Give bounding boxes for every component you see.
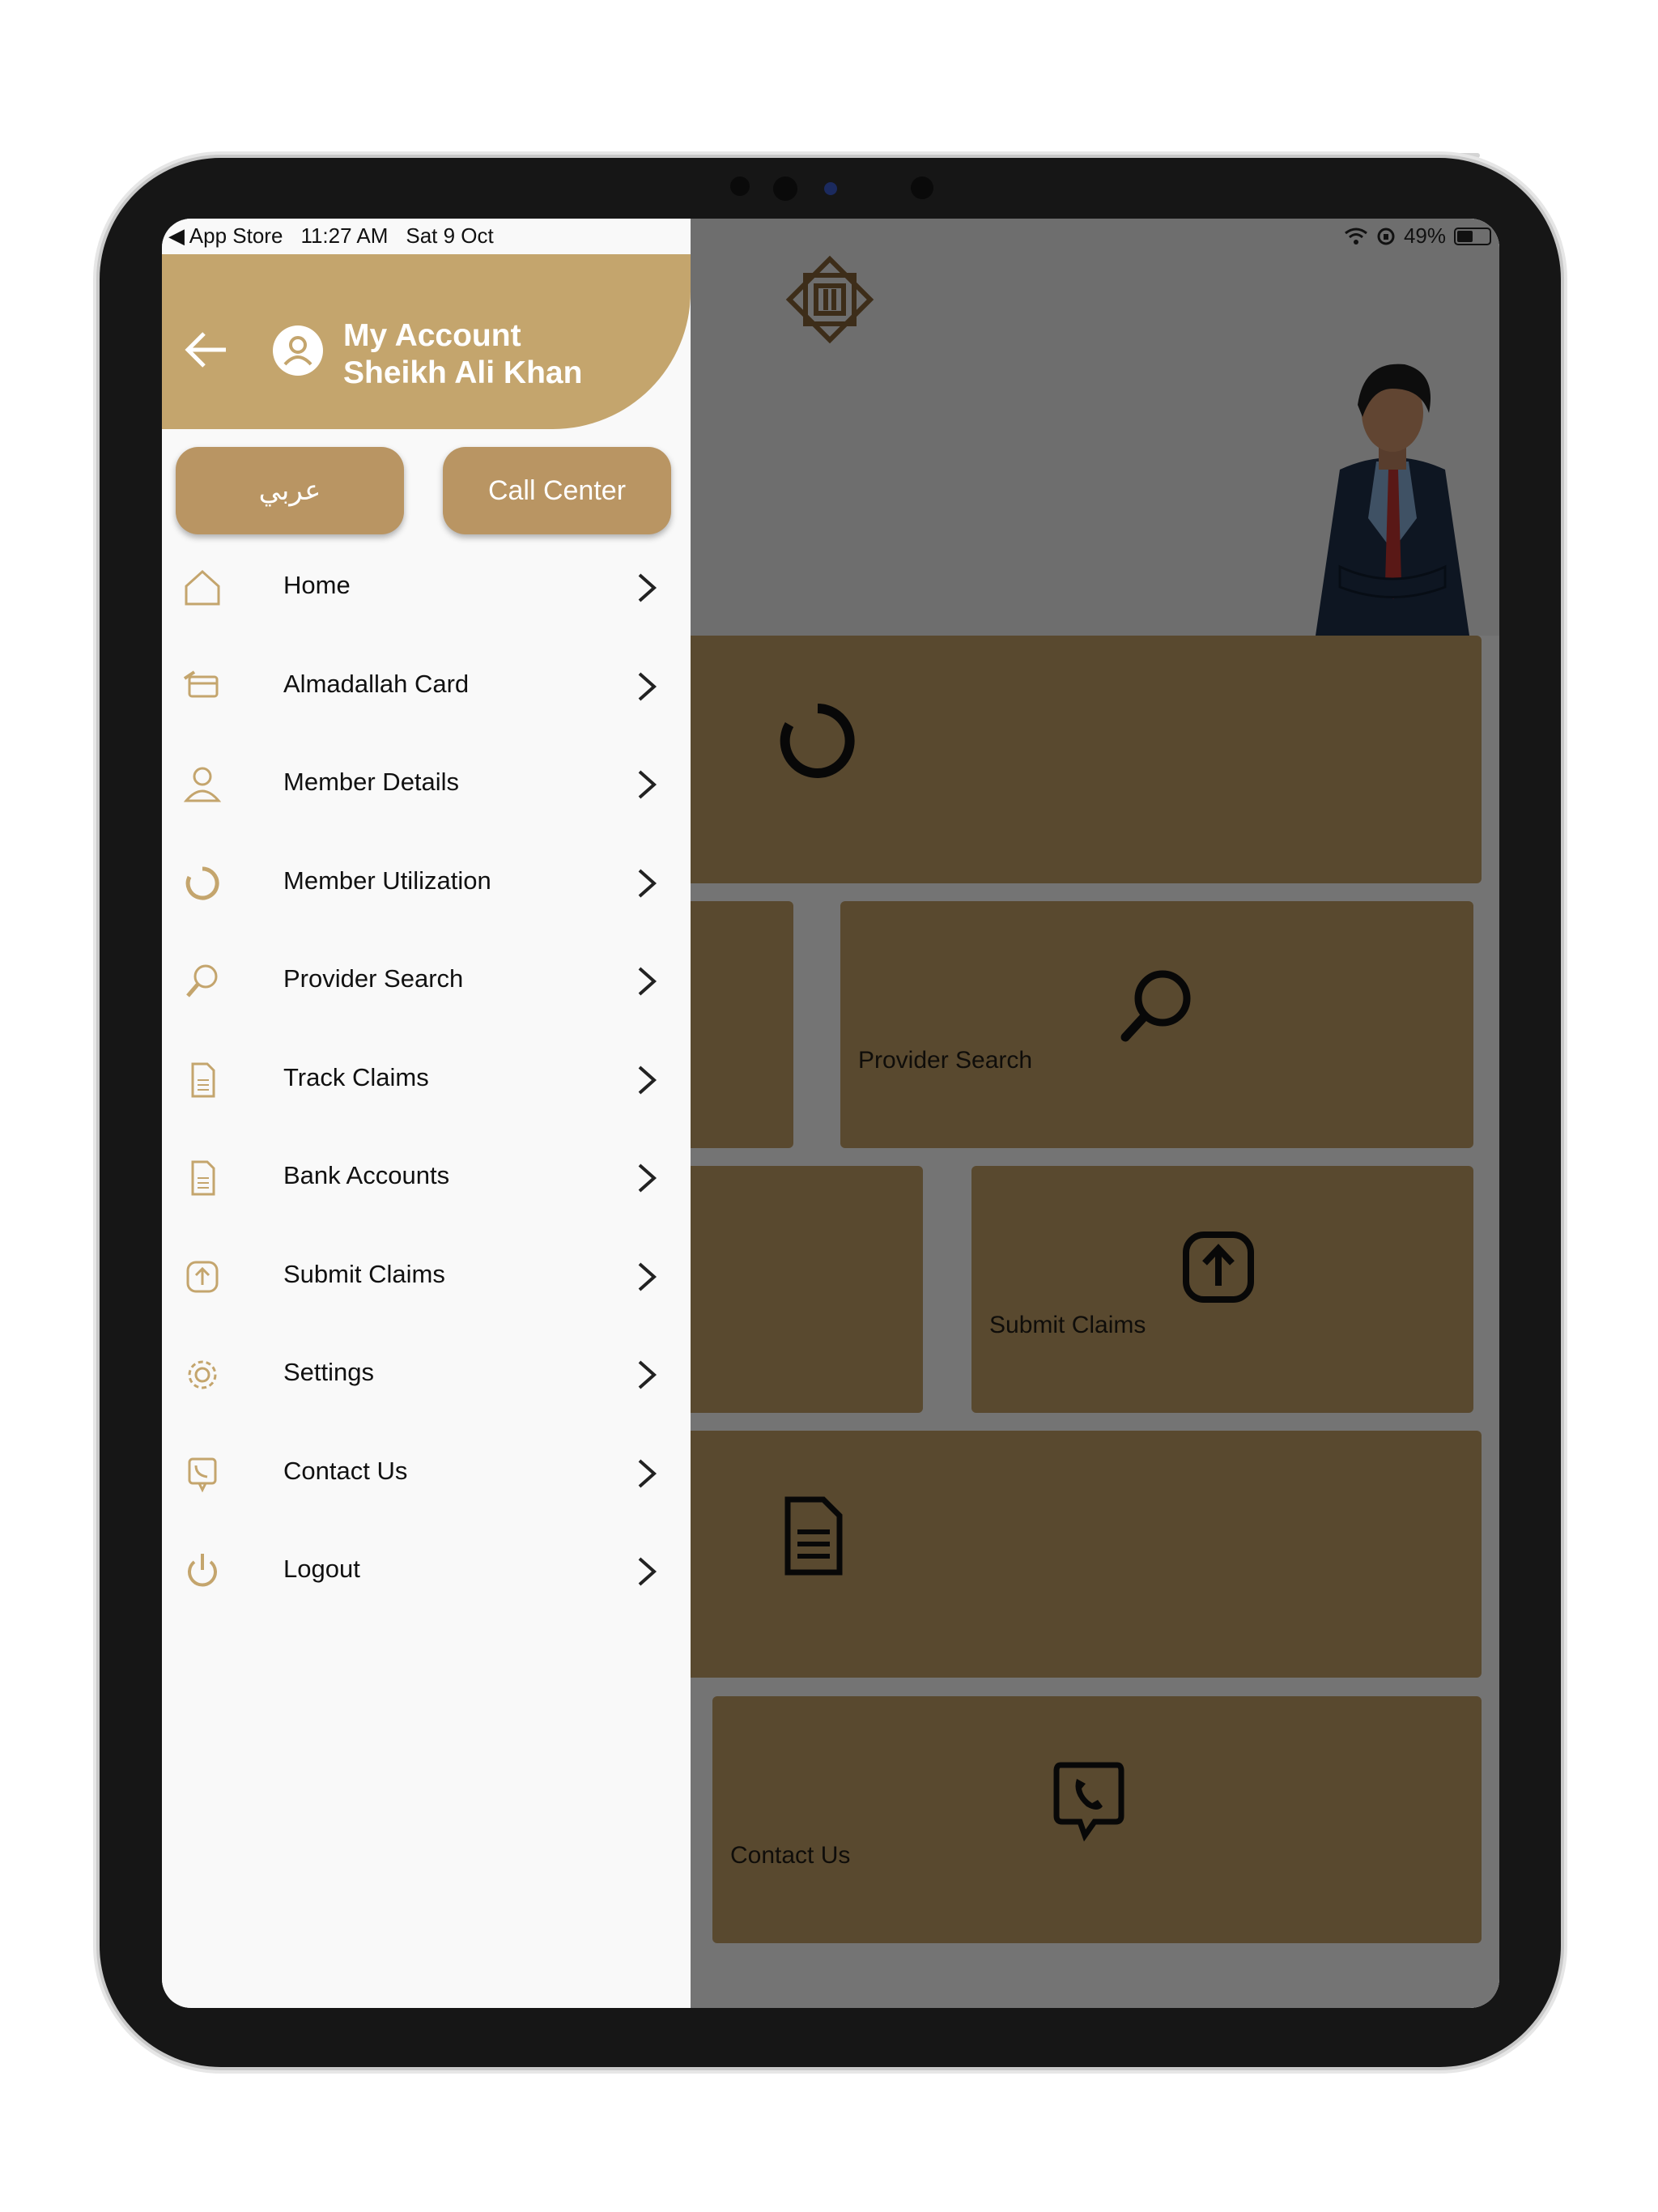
menu-item-almadallah-card[interactable]: Almadallah Card <box>162 645 691 734</box>
home-icon <box>185 569 220 606</box>
chevron-right-icon <box>638 672 657 700</box>
menu-item-label: Member Utilization <box>283 866 491 895</box>
menu-item-home[interactable]: Home <box>162 547 691 636</box>
menu-item-label: Almadallah Card <box>283 669 470 698</box>
back-arrow-icon[interactable] <box>181 325 230 374</box>
chevron-right-icon <box>638 770 657 799</box>
call-center-button[interactable]: Call Center <box>443 447 671 534</box>
chevron-right-icon <box>638 1163 657 1193</box>
camera-sensor <box>773 177 797 201</box>
menu-item-contact-us[interactable]: Contact Us <box>162 1432 691 1521</box>
search-icon <box>186 964 218 998</box>
menu-item-provider-search[interactable]: Provider Search <box>162 940 691 1029</box>
camera-lens <box>824 182 837 195</box>
card-icon <box>183 670 219 697</box>
menu-item-bank-accounts[interactable]: Bank Accounts <box>162 1137 691 1226</box>
chevron-right-icon <box>638 1262 657 1291</box>
menu-item-logout[interactable]: Logout <box>162 1530 691 1619</box>
status-bar: ◀ App Store 11:27 AM Sat 9 Oct 49% <box>162 219 1499 254</box>
document-icon <box>191 1160 215 1196</box>
battery-percent: 49% <box>1403 223 1446 248</box>
power-icon <box>188 1554 217 1587</box>
menu-item-label: Bank Accounts <box>283 1161 450 1189</box>
chevron-right-icon <box>638 1557 657 1586</box>
arabic-language-button[interactable]: عربي <box>176 447 404 534</box>
status-time: 11:27 AM <box>300 223 389 248</box>
menu-item-label: Contact Us <box>283 1456 408 1485</box>
menu-item-label: Submit Claims <box>283 1259 445 1288</box>
camera-sensor <box>911 177 933 199</box>
user-icon <box>283 336 312 366</box>
chevron-right-icon <box>638 869 657 897</box>
utilization-icon <box>185 866 219 900</box>
screen: Provider Search Submit Claims <box>162 219 1499 2008</box>
menu-item-label: Provider Search <box>283 964 464 993</box>
menu-item-settings[interactable]: Settings <box>162 1334 691 1423</box>
avatar <box>273 325 323 376</box>
chevron-right-icon <box>638 967 657 996</box>
chevron-right-icon <box>638 573 657 602</box>
wifi-icon <box>1345 228 1367 245</box>
menu-item-label: Track Claims <box>283 1062 429 1091</box>
upload-icon <box>186 1261 219 1292</box>
gear-icon <box>188 1360 217 1389</box>
side-drawer: My Account Sheikh Ali Khan عربي Call Cen… <box>162 219 691 2008</box>
account-header: My Account Sheikh Ali Khan <box>343 317 582 392</box>
account-title: My Account <box>343 318 521 353</box>
status-date: Sat 9 Oct <box>406 223 494 248</box>
drawer-header: My Account Sheikh Ali Khan <box>162 254 691 429</box>
menu-item-member-details[interactable]: Member Details <box>162 743 691 832</box>
orientation-lock-icon <box>1377 228 1395 245</box>
menu-item-track-claims[interactable]: Track Claims <box>162 1039 691 1128</box>
chevron-right-icon <box>638 1360 657 1389</box>
phone-icon <box>188 1457 217 1492</box>
menu-item-label: Settings <box>283 1358 375 1386</box>
chevron-right-icon <box>638 1459 657 1487</box>
battery-icon <box>1454 227 1491 245</box>
menu-item-member-utilization[interactable]: Member Utilization <box>162 842 691 931</box>
back-to-app[interactable]: ◀ App Store <box>168 223 283 249</box>
camera-sensor <box>730 177 750 196</box>
chevron-right-icon <box>638 1066 657 1094</box>
menu-item-label: Member Details <box>283 768 460 796</box>
menu-item-label: Home <box>283 571 351 599</box>
user-icon <box>183 767 222 802</box>
user-name: Sheikh Ali Khan <box>343 355 583 390</box>
menu-item-submit-claims[interactable]: Submit Claims <box>162 1236 691 1325</box>
menu-item-label: Logout <box>283 1555 360 1583</box>
document-icon <box>191 1062 215 1097</box>
